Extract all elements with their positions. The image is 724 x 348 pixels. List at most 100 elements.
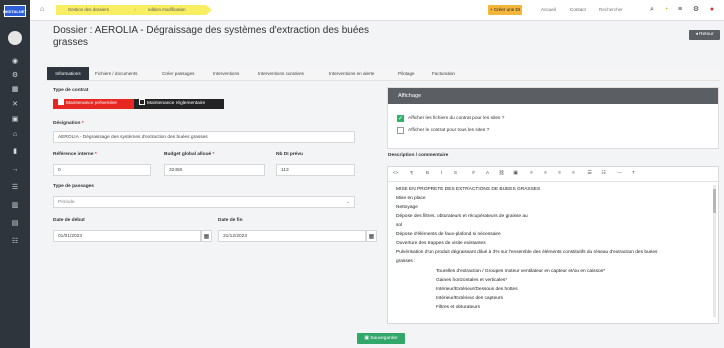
notifications-icon[interactable]: ◔ [662,5,670,15]
checkbox-checked-icon [58,99,64,105]
tab-facturation[interactable]: Facturation [432,67,472,80]
font-size-icon[interactable]: A [484,170,491,178]
search-input[interactable]: Rechercher [599,5,671,15]
tab-interventions-alerte[interactable]: Interventions en alerte [329,67,393,80]
clear-format-icon[interactable]: T [630,170,637,178]
strike-icon[interactable]: S [452,170,459,178]
settings-icon[interactable]: ⚙ [11,72,19,79]
description-label: Description / commentaire [388,153,449,158]
description-line: Filtres et obturateurs [436,305,480,310]
breadcrumb-gestion[interactable]: Gestion des dossiers [56,5,140,15]
reference-field[interactable]: 0 [53,164,151,176]
chevron-down-icon: ⌄ [345,200,350,205]
home-icon[interactable]: ⌂ [40,5,50,15]
align-center-icon[interactable]: ≡ [542,170,549,178]
document-icon[interactable]: ▮ [11,148,19,155]
checkbox-empty-icon [139,99,145,105]
list-bullet-icon[interactable]: ☰ [586,170,593,178]
description-line: Intérieur/Extérieur des capteurs [436,296,503,301]
list-number-icon[interactable]: ☷ [600,170,607,178]
arrow-icon[interactable]: → [11,166,19,173]
designation-field[interactable]: AEROLIA - Dégraissage des systèmes d'ext… [53,131,355,143]
nbdi-label: Nb DI prévu [276,152,303,157]
tools-icon[interactable]: ✕ [11,101,19,108]
calendar-icon[interactable]: ▦ [201,230,212,242]
date-debut-label: Date de début [53,218,85,223]
editor-scrollbar[interactable] [713,185,716,317]
horizontal-rule-icon[interactable]: — [616,170,623,178]
type-passages-select[interactable]: Période ⌄ [53,196,355,208]
date-fin-label: Date de fin [218,218,243,223]
budget-field[interactable]: 32450 [164,164,265,176]
description-line: Ouverture des trappes de visite existant… [396,241,486,246]
affichage-panel: Affichage ✓ Afficher les fichiers du con… [387,87,719,149]
tab-interventions-curatives[interactable]: Interventions curatives [258,67,324,80]
reference-label: Référence interne * [53,152,97,157]
breadcrumb-separator-icon: › [134,7,136,12]
affichage-option-contrat: Afficher le contrat pour tous les sites … [408,128,490,133]
chart-icon[interactable]: ▥ [11,202,19,209]
bold-icon[interactable]: B [424,170,431,178]
checkbox-contrat[interactable] [397,127,404,134]
home-icon[interactable]: ⌂ [11,131,19,138]
tab-fichiers-documents[interactable]: Fichiers / documents [95,67,157,80]
description-line: Mise en place [396,196,426,201]
date-fin-field[interactable]: 31/12/2023 [218,230,366,242]
contact-link[interactable]: Contact [570,5,586,15]
description-editor[interactable]: <> ¶ B I S # A ⛓ ▣ ≡ ≡ ≡ ≡ ☰ ☷ — T MISE … [387,166,719,324]
user-icon[interactable]: ● [708,5,716,15]
search-icon[interactable]: ⌕ [648,5,656,15]
description-line: Pulvérisation d'un produit dégraissant d… [396,250,658,255]
calendar-icon[interactable]: ▦ [11,86,19,93]
nbdi-field[interactable]: 113 [276,164,355,176]
editor-scroll-thumb[interactable] [713,189,716,213]
editor-content[interactable]: MISE EN PROPRETE DES EXTRACTIONS DE BUEE… [396,187,708,319]
app-logo[interactable]: DIGITALNET [3,5,27,17]
paragraph-icon[interactable]: ¶ [408,170,415,178]
tab-pilotage[interactable]: Pilotage [398,67,428,80]
maintenance-reglementaire-chip[interactable]: Maintenance réglementaire [134,99,224,109]
retour-button[interactable]: ◂ Retour [689,30,720,40]
tab-creer-passages[interactable]: Créer passages [162,67,208,80]
users-icon[interactable]: ☰ [11,184,19,191]
create-di-button[interactable]: + Créer une DI [488,5,522,15]
affichage-title: Affichage [388,88,718,104]
affichage-option-fichiers: Afficher les fichiers du contrat pour le… [408,116,505,121]
description-line: sol [396,223,403,228]
date-debut-field[interactable]: 01/01/2023 [53,230,201,242]
avatar[interactable] [8,31,22,45]
justify-icon[interactable]: ≡ [570,170,577,178]
accueil-link[interactable]: Accueil [541,5,556,15]
group-icon[interactable]: ☷ [11,238,19,245]
tab-interventions[interactable]: Interventions [213,67,255,80]
description-line: Tourelles d'extraction / Groupes moteur … [436,269,606,274]
save-button[interactable]: ▣ Sauvegarder [357,333,405,344]
folder-icon[interactable]: ▣ [11,116,19,123]
sidebar: DIGITALNET ◉ ⚙ ▦ ✕ ▣ ⌂ ▮ → ☰ ▥ ▤ ☷ [0,0,30,348]
align-left-icon[interactable]: ≡ [528,170,535,178]
code-icon[interactable]: <> [392,170,399,178]
description-line: Gaines horizontales et verticales* [436,278,508,283]
top-bar: ⌂ Gestion des dossiers › edition modific… [30,0,724,21]
description-line: Nettoyage [396,205,418,210]
editor-toolbar: <> ¶ B I S # A ⛓ ▣ ≡ ≡ ≡ ≡ ☰ ☷ — T [388,167,718,182]
file-icon[interactable]: ▤ [11,220,19,227]
type-contrat-label: Type de contrat [53,88,89,93]
settings-icon[interactable]: ⚙ [692,5,700,15]
dashboard-icon[interactable]: ◉ [11,58,19,65]
designation-label: Désignation * [53,121,84,126]
calendar-icon[interactable]: ▦ [366,230,377,242]
image-icon[interactable]: ▣ [512,170,519,178]
tab-informations[interactable]: Informations [47,67,89,80]
maintenance-preventive-chip[interactable]: Maintenance préventive [53,99,134,109]
type-passages-label: Type de passages [53,184,94,189]
italic-icon[interactable]: I [438,170,445,178]
menu-icon[interactable]: ≡ [676,5,684,15]
breadcrumb-edition[interactable]: edition modification [140,5,212,15]
heading-icon[interactable]: # [470,170,477,178]
checkbox-fichiers[interactable]: ✓ [397,115,404,122]
description-line: MISE EN PROPRETE DES EXTRACTIONS DE BUEE… [396,187,541,192]
align-right-icon[interactable]: ≡ [556,170,563,178]
link-icon[interactable]: ⛓ [498,170,505,178]
description-line: Intérieur/Extérieur/Dessous des hottes [436,287,518,292]
